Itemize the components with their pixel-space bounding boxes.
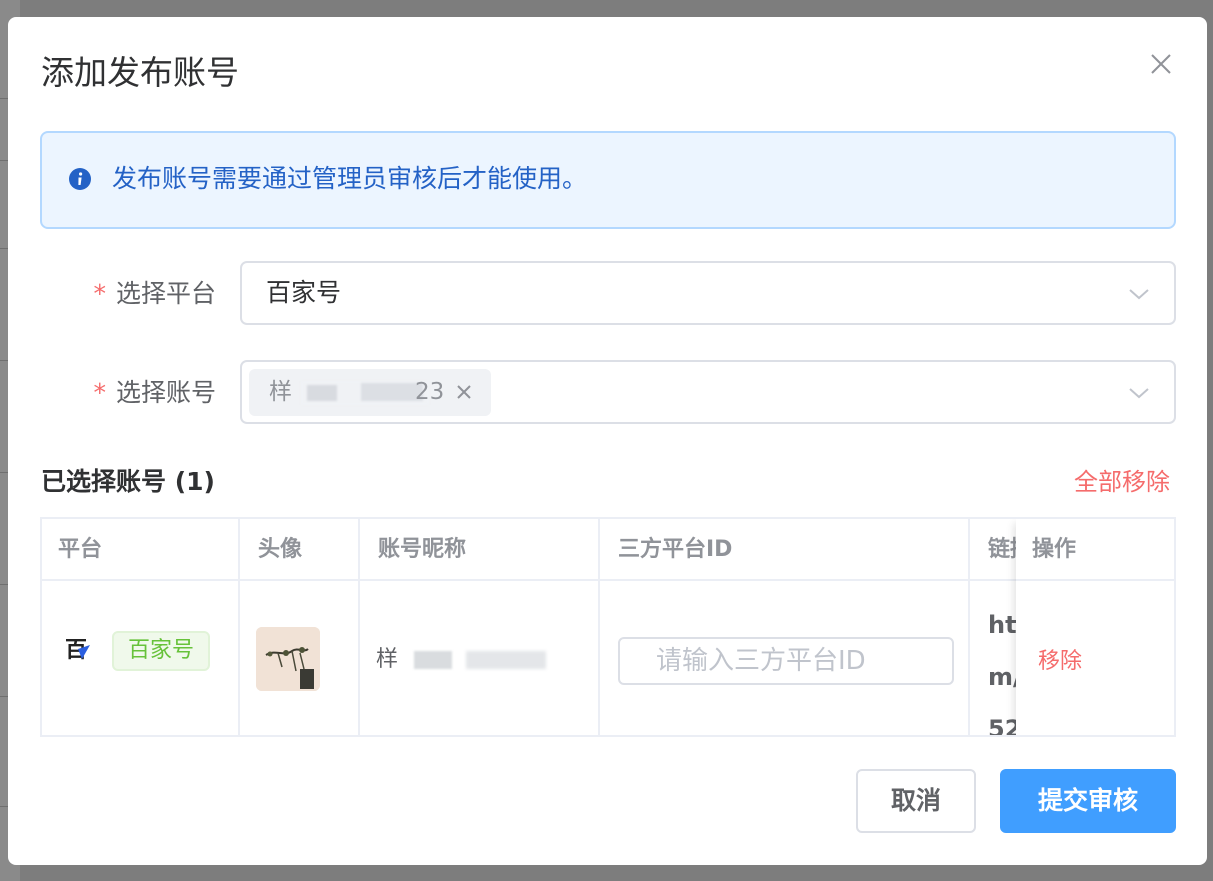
account-select[interactable]: 样 23 bbox=[240, 360, 1176, 424]
link-line: m/ bbox=[988, 663, 1018, 691]
platform-select[interactable]: 百家号 bbox=[240, 261, 1176, 325]
alert-text: 发布账号需要通过管理员审核后才能使用。 bbox=[112, 164, 588, 193]
platform-label: * 选择平台 bbox=[93, 279, 216, 308]
close-icon[interactable] bbox=[455, 383, 473, 401]
info-icon bbox=[68, 167, 92, 191]
submit-review-button[interactable]: 提交审核 bbox=[1000, 769, 1176, 833]
baidu-icon: 百 bbox=[64, 635, 92, 663]
remove-all-link[interactable]: 全部移除 bbox=[1074, 466, 1170, 498]
info-alert: 发布账号需要通过管理员审核后才能使用。 bbox=[40, 131, 1176, 229]
column-header-platform: 平台 bbox=[58, 537, 103, 562]
selected-account-tag: 样 23 bbox=[249, 369, 491, 416]
selected-accounts-title: 已选择账号 (1) bbox=[41, 467, 215, 496]
required-mark: * bbox=[93, 378, 106, 407]
link-line: htt bbox=[988, 611, 1018, 639]
dialog-title: 添加发布账号 bbox=[41, 53, 239, 92]
redacted-text bbox=[301, 381, 429, 405]
chevron-down-icon bbox=[1128, 382, 1150, 404]
add-account-dialog: 添加发布账号 发布账号需要通过管理员审核后才能使用。 * 选择平台 百家号 * 选择… bbox=[8, 17, 1207, 865]
selected-accounts-table: 平台 头像 账号昵称 三方平台ID 链接 百 百家号 样 bbox=[40, 517, 1176, 737]
column-header-nickname: 账号昵称 bbox=[378, 537, 467, 562]
tag-text-start: 样 bbox=[269, 379, 292, 405]
link-line: 52 bbox=[988, 715, 1018, 737]
redacted-text bbox=[410, 647, 560, 673]
platform-select-value: 百家号 bbox=[266, 278, 342, 307]
account-nickname: 样 bbox=[376, 647, 399, 672]
chevron-down-icon bbox=[1128, 283, 1150, 305]
close-icon[interactable] bbox=[1146, 49, 1176, 79]
header-divider bbox=[1016, 579, 1174, 581]
platform-id-input[interactable] bbox=[618, 637, 954, 685]
required-mark: * bbox=[93, 279, 106, 308]
account-link[interactable]: htt m/ 52 bbox=[988, 599, 1018, 737]
column-header-action: 操作 bbox=[1032, 537, 1077, 562]
account-label: * 选择账号 bbox=[93, 378, 216, 407]
avatar bbox=[256, 627, 320, 691]
column-header-avatar: 头像 bbox=[258, 537, 303, 562]
column-header-platform-id: 三方平台ID bbox=[618, 537, 733, 562]
platform-tag: 百家号 bbox=[112, 631, 211, 671]
column-header-link: 链接 bbox=[988, 537, 1018, 562]
tag-text-end: 23 bbox=[415, 379, 445, 405]
remove-row-link[interactable]: 移除 bbox=[1038, 647, 1082, 677]
cancel-button[interactable]: 取消 bbox=[856, 769, 976, 833]
fixed-action-column: 操作 移除 bbox=[1016, 519, 1174, 735]
